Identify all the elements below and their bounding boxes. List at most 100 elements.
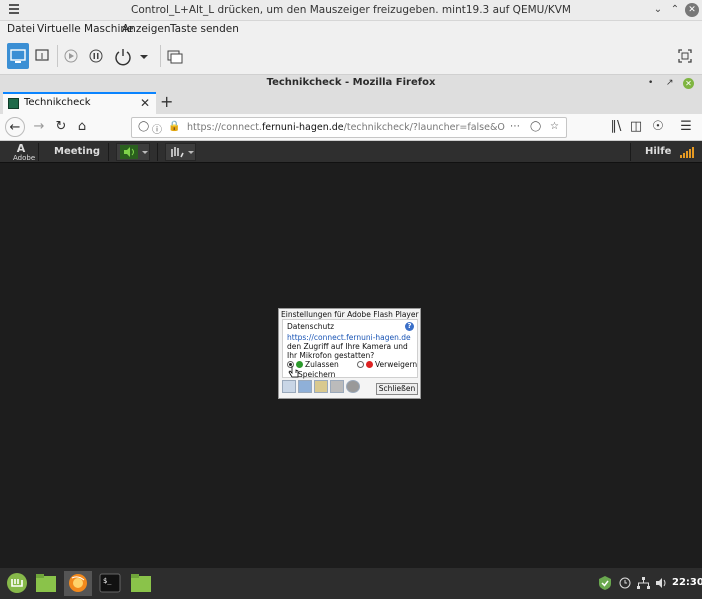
adobe-connect-favicon-icon [8, 98, 19, 109]
hamburger-menu-icon[interactable]: ☰ [676, 117, 696, 137]
firefox-titlebar: Technikcheck - Mozilla Firefox • ↗ ✕ [0, 75, 702, 92]
toolbar-divider [57, 45, 58, 67]
lock-icon: 🔒 [168, 121, 181, 132]
host-titlebar: Control_L+Alt_L drücken, um den Mauszeig… [0, 0, 702, 21]
tab-technikcheck[interactable]: Technikcheck ✕ [3, 92, 156, 114]
raise-hand-control[interactable] [165, 143, 196, 161]
console-view-button[interactable] [7, 43, 29, 69]
update-shield-icon[interactable] [598, 575, 612, 591]
reload-icon[interactable]: ↻ [51, 117, 71, 137]
deny-option[interactable]: Verweigern [357, 360, 417, 369]
remember-label[interactable]: Speichern [298, 370, 335, 379]
menu-taste-senden[interactable]: Taste senden [170, 23, 239, 35]
guest-screen[interactable]: Technikcheck - Mozilla Firefox • ↗ ✕ Tec… [0, 75, 702, 599]
bookmark-star-icon[interactable]: ☆ [550, 121, 559, 132]
close-button[interactable]: Schließen [376, 383, 418, 395]
speaker-icon [120, 145, 148, 159]
ff-maximize-icon[interactable]: ↗ [666, 78, 674, 88]
snapshot-icon [167, 50, 183, 64]
home-icon[interactable]: ⌂ [72, 117, 92, 137]
details-view-button[interactable] [31, 43, 53, 69]
volume-icon[interactable] [655, 577, 667, 589]
privacy-question: https://connect.fernuni-hagen.de den Zug… [287, 333, 411, 360]
power-dropdown[interactable] [137, 43, 151, 69]
firefox-window-title: Technikcheck - Mozilla Firefox [266, 77, 436, 88]
url-bar[interactable]: ◯ ⓘ 🔒 https://connect.fernuni-hagen.de/t… [131, 117, 567, 138]
page-actions-icon[interactable]: ⋯ [510, 121, 520, 132]
hand-cursor-icon [288, 366, 299, 378]
forward-arrow-icon[interactable]: → [29, 117, 49, 137]
divider [157, 143, 158, 161]
network-icon[interactable] [637, 577, 650, 589]
storage-tab-icon[interactable] [314, 380, 328, 393]
ff-close-icon[interactable]: ✕ [683, 78, 694, 89]
flash-dialog-title: Einstellungen für Adobe Flash Player [281, 310, 419, 319]
shield-icon[interactable]: ◯ [138, 121, 149, 132]
connection-signal-icon [680, 147, 694, 158]
power-button[interactable] [112, 43, 134, 69]
host-toolbar [0, 39, 702, 75]
deny-label: Verweigern [375, 360, 418, 369]
run-button[interactable] [60, 43, 82, 69]
minimize-icon[interactable]: ⌄ [651, 3, 665, 17]
flash-settings-tabs [282, 380, 362, 396]
camera-tab-icon[interactable] [346, 380, 360, 393]
ff-minimize-icon[interactable]: • [648, 78, 653, 88]
pocket-icon[interactable]: ◯ [530, 121, 541, 132]
folder-icon[interactable] [130, 571, 152, 596]
adobe-logo: A Adobe [13, 142, 36, 162]
help-menu[interactable]: Hilfe [645, 146, 671, 157]
power-icon [115, 49, 131, 66]
library-icon[interactable]: ∥\ [606, 117, 626, 137]
url-text[interactable]: https://connect.fernuni-hagen.de/technik… [187, 122, 505, 133]
help-icon[interactable]: ? [405, 322, 414, 331]
maximize-icon[interactable]: ⌃ [668, 3, 682, 17]
close-icon[interactable]: ✕ [685, 3, 699, 17]
menu-anzeigen[interactable]: Anzeigen [122, 23, 171, 35]
host-menubar: Datei Virtuelle Maschine Anzeigen Taste … [0, 21, 702, 39]
pause-button[interactable] [85, 43, 107, 69]
microphone-tab-icon[interactable] [330, 380, 344, 393]
account-icon[interactable]: ☉ [648, 117, 668, 137]
raise-hand-icon [171, 147, 194, 158]
fullscreen-icon [678, 49, 692, 63]
navigation-toolbar: ← → ↻ ⌂ ◯ ⓘ 🔒 https://connect.fernuni-ha… [0, 114, 702, 141]
info-monitor-icon [35, 49, 49, 61]
pause-icon [89, 49, 103, 63]
back-arrow-icon[interactable]: ← [5, 117, 25, 137]
divider [630, 143, 631, 161]
info-icon[interactable]: ⓘ [152, 121, 162, 136]
firefox-task-active[interactable] [64, 571, 92, 596]
mint-menu-icon[interactable] [6, 571, 28, 596]
play-icon [64, 49, 78, 63]
clock[interactable]: 22:30 [672, 577, 702, 588]
caret-down-icon [140, 55, 148, 59]
svg-text:$_: $_ [103, 577, 112, 585]
meeting-menu[interactable]: Meeting [54, 146, 100, 157]
tab-label: Technikcheck [24, 97, 91, 108]
snapshot-button[interactable] [164, 43, 186, 69]
menu-datei[interactable]: Datei [7, 23, 35, 35]
privacy-panel: Datenschutz ? https://connect.fernuni-ha… [282, 319, 418, 379]
tab-close-icon[interactable]: ✕ [140, 96, 150, 110]
new-tab-plus-icon[interactable]: + [160, 92, 173, 111]
privacy-tab-icon[interactable] [298, 380, 312, 393]
taskbar: $_ 22:30 [0, 568, 702, 599]
firefox-icon [69, 574, 87, 592]
privacy-heading: Datenschutz [287, 322, 335, 331]
display-tab-icon[interactable] [282, 380, 296, 393]
deny-icon [366, 361, 373, 368]
terminal-icon[interactable]: $_ [99, 571, 121, 596]
flash-settings-dialog: Einstellungen für Adobe Flash Player Dat… [278, 308, 421, 399]
fullscreen-button[interactable] [674, 43, 696, 69]
speaker-control[interactable] [116, 143, 150, 161]
clock-indicator-icon[interactable] [619, 577, 631, 589]
tab-strip: Technikcheck ✕ + [0, 92, 702, 114]
host-window-title: Control_L+Alt_L drücken, um den Mauszeig… [130, 4, 571, 16]
monitor-icon [10, 49, 26, 63]
deny-radio[interactable] [357, 361, 364, 368]
files-folder-icon[interactable] [35, 571, 57, 596]
sidebar-icon[interactable]: ◫ [626, 117, 646, 137]
menu-virtuelle-maschine[interactable]: Virtuelle Maschine [37, 23, 133, 35]
divider [108, 143, 109, 161]
